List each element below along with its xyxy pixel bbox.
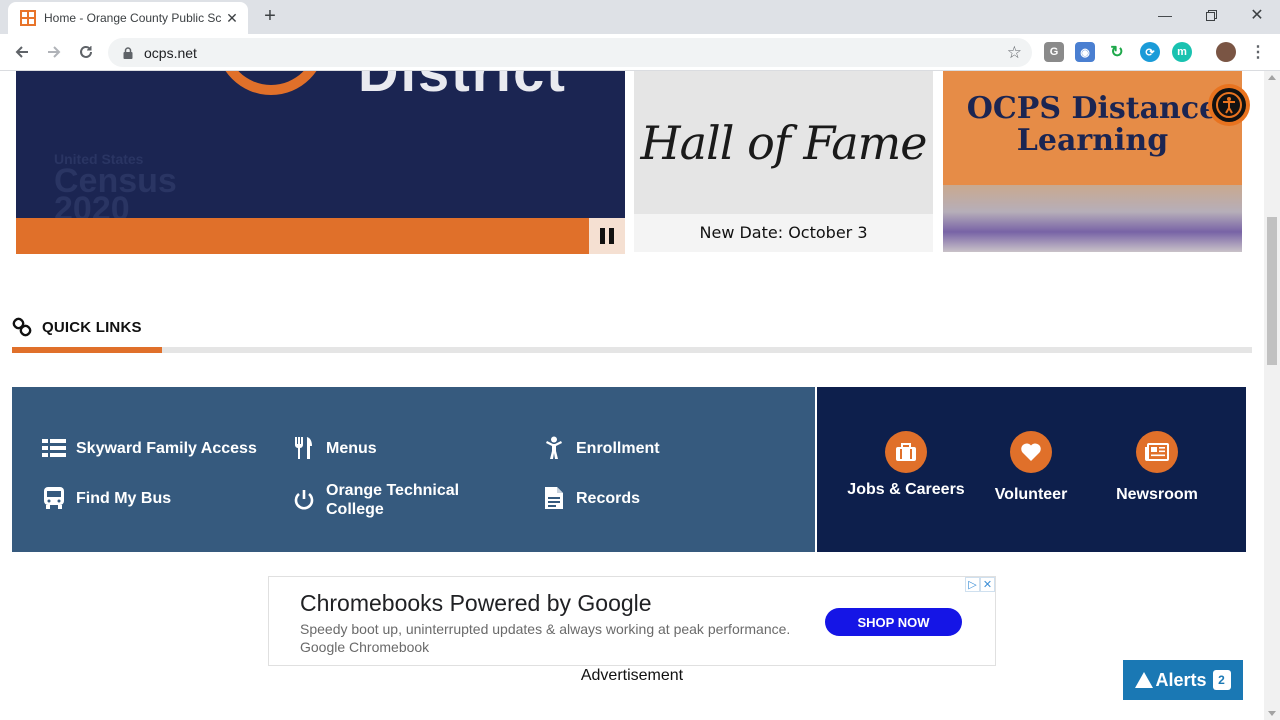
bookmark-star-icon[interactable]: ☆ bbox=[1007, 43, 1022, 63]
adchoices-icon[interactable]: ▷ bbox=[965, 577, 980, 592]
forward-button[interactable] bbox=[42, 40, 66, 64]
logo-ring bbox=[216, 71, 326, 95]
hero-slideshow[interactable]: District United States Census 2020 bbox=[16, 71, 625, 254]
tab-close-icon[interactable]: ✕ bbox=[224, 10, 240, 27]
back-arrow-icon bbox=[15, 46, 28, 58]
accessibility-icon bbox=[1212, 88, 1246, 122]
ad-close-icon[interactable]: ✕ bbox=[980, 577, 995, 592]
url-text: ocps.net bbox=[144, 44, 197, 61]
child-icon bbox=[542, 436, 566, 460]
heart-icon bbox=[1010, 431, 1052, 473]
link-volunteer[interactable]: Volunteer bbox=[971, 431, 1091, 504]
forward-arrow-icon bbox=[48, 46, 61, 58]
briefcase-icon bbox=[885, 431, 927, 473]
ad-choices[interactable]: ▷ ✕ bbox=[965, 577, 995, 592]
warning-icon bbox=[1135, 672, 1154, 688]
ad-description: Speedy boot up, uninterrupted updates & … bbox=[300, 620, 800, 656]
link-jobs-careers[interactable]: Jobs & Careers bbox=[846, 431, 966, 499]
link-label: Menus bbox=[326, 439, 377, 457]
reload-icon bbox=[80, 45, 92, 58]
alerts-label: Alerts bbox=[1155, 669, 1207, 690]
extension-sync-icon[interactable]: ⟳ bbox=[1140, 42, 1160, 62]
advertisement-caption: Advertisement bbox=[580, 667, 684, 684]
feature-label: Newsroom bbox=[1116, 486, 1198, 503]
distance-learning-title: OCPS Distance Learning bbox=[966, 91, 1219, 158]
list-icon bbox=[42, 436, 66, 460]
reload-button[interactable] bbox=[74, 40, 98, 64]
newspaper-icon bbox=[1136, 431, 1178, 473]
lock-icon bbox=[123, 46, 133, 59]
link-enrollment[interactable]: Enrollment bbox=[542, 436, 660, 460]
hall-of-fame-card[interactable]: Hall of Fame New Date: October 3 bbox=[634, 71, 933, 252]
restore-button[interactable] bbox=[1188, 0, 1234, 30]
site-favicon-icon bbox=[20, 10, 36, 26]
address-bar[interactable]: ocps.net ☆ bbox=[108, 38, 1032, 67]
document-icon bbox=[542, 486, 566, 510]
link-orange-technical-college[interactable]: Orange Technical College bbox=[292, 481, 466, 519]
alerts-count-badge: 2 bbox=[1212, 670, 1231, 690]
link-skyward-family-access[interactable]: Skyward Family Access bbox=[42, 436, 257, 460]
link-label: Enrollment bbox=[576, 439, 660, 457]
hall-of-fame-caption[interactable]: New Date: October 3 bbox=[634, 214, 933, 252]
close-window-button[interactable]: ✕ bbox=[1234, 0, 1280, 30]
bus-icon bbox=[42, 486, 66, 510]
link-chain-icon bbox=[12, 317, 32, 337]
link-find-my-bus[interactable]: Find My Bus bbox=[42, 486, 171, 510]
new-tab-button[interactable]: + bbox=[258, 4, 282, 28]
ad-headline[interactable]: Chromebooks Powered by Google bbox=[300, 590, 652, 617]
ad-description-text: Speedy boot up, uninterrupted updates & … bbox=[300, 621, 791, 637]
chrome-menu-icon[interactable]: ⋮ bbox=[1248, 42, 1268, 62]
distance-learning-card[interactable]: OCPS Distance Learning bbox=[943, 71, 1242, 252]
feature-label: Jobs & Careers bbox=[847, 481, 965, 498]
page-scrollbar[interactable] bbox=[1264, 71, 1280, 720]
utensils-icon bbox=[292, 436, 316, 460]
scroll-down-arrow-icon[interactable] bbox=[1268, 711, 1276, 716]
extension-camera-icon[interactable]: ◉ bbox=[1075, 42, 1095, 62]
feature-label: Volunteer bbox=[994, 486, 1068, 503]
featured-links-panel: Jobs & Careers Volunteer Newsroom bbox=[817, 387, 1246, 552]
census-watermark: United States Census 2020 bbox=[54, 151, 177, 226]
power-icon bbox=[292, 488, 316, 512]
minimize-button[interactable]: — bbox=[1142, 0, 1188, 30]
quick-links-header: QUICK LINKS bbox=[12, 317, 142, 337]
back-button[interactable] bbox=[10, 40, 34, 64]
link-label: Find My Bus bbox=[76, 489, 172, 507]
browser-tab[interactable]: Home - Orange County Public Sc ✕ bbox=[8, 2, 248, 34]
hall-of-fame-image: Hall of Fame bbox=[634, 71, 933, 214]
quick-links-divider bbox=[12, 347, 1252, 353]
slideshow-caption-bar bbox=[16, 218, 625, 254]
extension-g-icon[interactable]: G bbox=[1044, 42, 1064, 62]
classroom-photo bbox=[943, 185, 1242, 252]
quick-links-panel: Skyward Family Access Menus Enrollment F… bbox=[12, 387, 815, 552]
advertisement-banner[interactable]: Chromebooks Powered by Google Speedy boo… bbox=[268, 576, 996, 666]
link-records[interactable]: Records bbox=[542, 486, 640, 510]
ad-shop-now-button[interactable]: SHOP NOW bbox=[825, 608, 962, 636]
restore-icon bbox=[1205, 9, 1217, 21]
slideshow-pause-button[interactable] bbox=[589, 218, 625, 254]
alerts-button[interactable]: Alerts 2 bbox=[1123, 660, 1243, 700]
hero-district-text: District bbox=[358, 71, 567, 103]
scrollbar-thumb[interactable] bbox=[1267, 217, 1277, 365]
page-content: District United States Census 2020 Hall … bbox=[0, 71, 1264, 720]
link-label: Orange Technical College bbox=[326, 482, 460, 518]
profile-avatar[interactable] bbox=[1216, 42, 1236, 62]
link-label: Records bbox=[576, 489, 641, 507]
tab-title: Home - Orange County Public Sc bbox=[44, 11, 222, 25]
link-menus[interactable]: Menus bbox=[292, 436, 377, 460]
extension-m-icon[interactable]: m bbox=[1172, 42, 1192, 62]
accessibility-button[interactable] bbox=[1208, 84, 1250, 126]
quick-links-divider-accent bbox=[12, 347, 162, 353]
quick-links-title: QUICK LINKS bbox=[42, 318, 142, 336]
ad-sponsor: Google Chromebook bbox=[300, 639, 430, 655]
browser-toolbar: ocps.net ☆ G ◉ ↻ ⟳ m ⋮ bbox=[0, 34, 1280, 71]
browser-tab-strip: Home - Orange County Public Sc ✕ + — ✕ bbox=[0, 0, 1280, 34]
scroll-up-arrow-icon[interactable] bbox=[1268, 75, 1276, 80]
link-label: Skyward Family Access bbox=[76, 439, 257, 457]
link-newsroom[interactable]: Newsroom bbox=[1097, 431, 1217, 504]
extension-refresh-icon[interactable]: ↻ bbox=[1107, 42, 1127, 62]
hall-of-fame-title: Hall of Fame bbox=[640, 115, 928, 170]
